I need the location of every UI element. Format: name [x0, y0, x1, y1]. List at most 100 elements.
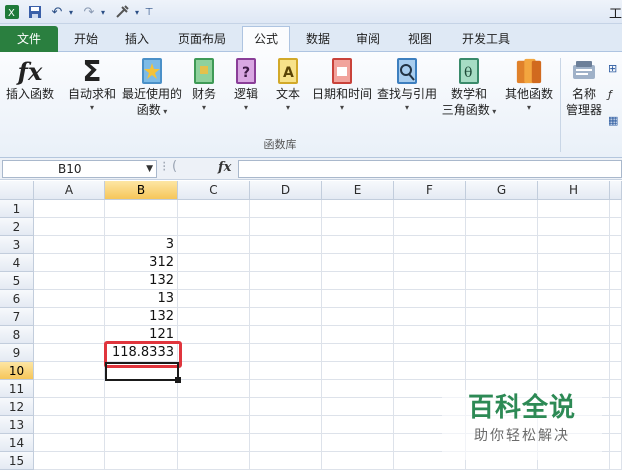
- cell[interactable]: [34, 380, 105, 398]
- date-time-button[interactable]: 日期和时间 ▾: [310, 56, 374, 114]
- cell[interactable]: [322, 362, 394, 380]
- row-header-1[interactable]: 1: [0, 200, 34, 218]
- cell[interactable]: [466, 308, 538, 326]
- cell[interactable]: [178, 218, 250, 236]
- cell[interactable]: [322, 398, 394, 416]
- cell[interactable]: [322, 434, 394, 452]
- cell[interactable]: [538, 308, 610, 326]
- cell[interactable]: [250, 200, 322, 218]
- cell[interactable]: [250, 452, 322, 470]
- text-button[interactable]: A 文本 ▾: [270, 56, 306, 114]
- name-box[interactable]: B10 ▼: [2, 160, 157, 178]
- cell[interactable]: [105, 434, 178, 452]
- cell[interactable]: [322, 326, 394, 344]
- row-header-14[interactable]: 14: [0, 434, 34, 452]
- tab-developer[interactable]: 开发工具: [452, 28, 520, 52]
- cell[interactable]: [250, 218, 322, 236]
- cell[interactable]: [178, 200, 250, 218]
- select-all-corner[interactable]: [0, 181, 34, 200]
- undo-dropdown-icon[interactable]: ▾: [66, 3, 76, 21]
- cell[interactable]: [34, 272, 105, 290]
- cell[interactable]: [466, 254, 538, 272]
- chevron-down-icon[interactable]: ▼: [146, 161, 153, 177]
- cell[interactable]: [610, 416, 622, 434]
- cell[interactable]: [105, 200, 178, 218]
- cell[interactable]: [322, 380, 394, 398]
- cell[interactable]: [466, 272, 538, 290]
- cell[interactable]: [394, 254, 466, 272]
- logical-button[interactable]: ? 逻辑 ▾: [228, 56, 264, 114]
- cell[interactable]: [394, 200, 466, 218]
- row-header-4[interactable]: 4: [0, 254, 34, 272]
- cell[interactable]: [34, 434, 105, 452]
- redo-dropdown-icon[interactable]: ▾: [98, 3, 108, 21]
- cell[interactable]: [250, 236, 322, 254]
- create-from-selection-icon[interactable]: ▦: [608, 114, 618, 127]
- cell[interactable]: [538, 362, 610, 380]
- cell[interactable]: 3: [105, 236, 178, 254]
- cell[interactable]: 13: [105, 290, 178, 308]
- cell[interactable]: [610, 254, 622, 272]
- row-header-10[interactable]: 10: [0, 362, 34, 380]
- cell[interactable]: 132: [105, 308, 178, 326]
- cell[interactable]: [466, 200, 538, 218]
- cell[interactable]: 132: [105, 272, 178, 290]
- row-header-5[interactable]: 5: [0, 272, 34, 290]
- cell[interactable]: [250, 308, 322, 326]
- cell[interactable]: [178, 254, 250, 272]
- cell[interactable]: [34, 344, 105, 362]
- cell[interactable]: [178, 362, 250, 380]
- cell[interactable]: [178, 434, 250, 452]
- cell[interactable]: [394, 344, 466, 362]
- column-header-partial[interactable]: [610, 181, 622, 200]
- define-name-icon[interactable]: ⊞: [608, 62, 617, 75]
- cell[interactable]: [250, 290, 322, 308]
- insert-function-icon[interactable]: fx: [218, 160, 231, 175]
- cell[interactable]: [538, 272, 610, 290]
- tab-view[interactable]: 视图: [398, 28, 442, 52]
- redo-icon[interactable]: ↷: [80, 3, 98, 21]
- row-header-6[interactable]: 6: [0, 290, 34, 308]
- cell[interactable]: [538, 326, 610, 344]
- cell[interactable]: [178, 290, 250, 308]
- cell[interactable]: [322, 308, 394, 326]
- cell[interactable]: [466, 236, 538, 254]
- row-header-7[interactable]: 7: [0, 308, 34, 326]
- row-header-15[interactable]: 15: [0, 452, 34, 470]
- cell[interactable]: [394, 272, 466, 290]
- cell[interactable]: [610, 326, 622, 344]
- cell[interactable]: [178, 452, 250, 470]
- cell[interactable]: [322, 218, 394, 236]
- row-header-2[interactable]: 2: [0, 218, 34, 236]
- cell[interactable]: [34, 200, 105, 218]
- cell[interactable]: [394, 326, 466, 344]
- cell[interactable]: [610, 380, 622, 398]
- cell[interactable]: [178, 326, 250, 344]
- cell[interactable]: [610, 452, 622, 470]
- math-trig-button[interactable]: θ 数学和 三角函数 ▾: [440, 56, 498, 118]
- cell[interactable]: [250, 380, 322, 398]
- row-header-12[interactable]: 12: [0, 398, 34, 416]
- formula-input[interactable]: [238, 160, 622, 178]
- insert-function-button[interactable]: fx 插入函数: [2, 56, 58, 102]
- cell[interactable]: [178, 308, 250, 326]
- cell[interactable]: [466, 344, 538, 362]
- row-header-9[interactable]: 9: [0, 344, 34, 362]
- cell[interactable]: [34, 236, 105, 254]
- cancel-icon[interactable]: (: [172, 159, 177, 174]
- cell[interactable]: 312: [105, 254, 178, 272]
- cell[interactable]: [466, 218, 538, 236]
- column-header-h[interactable]: H: [538, 181, 610, 200]
- cell[interactable]: [178, 398, 250, 416]
- lookup-reference-button[interactable]: 查找与引用 ▾: [374, 56, 440, 114]
- cell[interactable]: [394, 290, 466, 308]
- fill-handle[interactable]: [175, 377, 181, 383]
- cell[interactable]: [105, 416, 178, 434]
- cell[interactable]: [538, 200, 610, 218]
- cell[interactable]: [610, 272, 622, 290]
- cell[interactable]: [34, 290, 105, 308]
- cell[interactable]: [250, 362, 322, 380]
- cell[interactable]: [250, 254, 322, 272]
- cell[interactable]: [105, 398, 178, 416]
- tools-dropdown-icon[interactable]: ▾: [132, 3, 142, 21]
